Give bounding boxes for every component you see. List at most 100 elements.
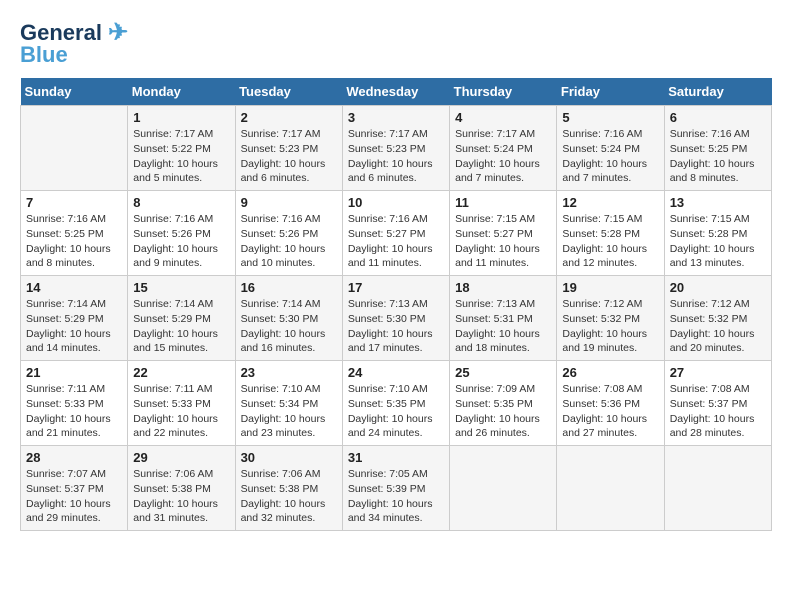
day-info: Sunrise: 7:12 AMSunset: 5:32 PMDaylight:… [670,297,766,356]
day-info: Sunrise: 7:17 AMSunset: 5:24 PMDaylight:… [455,127,551,186]
calendar-cell: 6 Sunrise: 7:16 AMSunset: 5:25 PMDayligh… [664,106,771,191]
day-number: 19 [562,280,658,295]
day-number: 20 [670,280,766,295]
calendar-cell [21,106,128,191]
day-info: Sunrise: 7:16 AMSunset: 5:25 PMDaylight:… [670,127,766,186]
logo-general: General [20,20,102,45]
day-number: 3 [348,110,444,125]
weekday-header-friday: Friday [557,78,664,106]
day-info: Sunrise: 7:17 AMSunset: 5:22 PMDaylight:… [133,127,229,186]
day-number: 25 [455,365,551,380]
day-number: 10 [348,195,444,210]
day-number: 17 [348,280,444,295]
weekday-header-thursday: Thursday [450,78,557,106]
day-info: Sunrise: 7:09 AMSunset: 5:35 PMDaylight:… [455,382,551,441]
calendar-cell: 27 Sunrise: 7:08 AMSunset: 5:37 PMDaylig… [664,361,771,446]
weekday-header-wednesday: Wednesday [342,78,449,106]
day-number: 4 [455,110,551,125]
day-number: 14 [26,280,122,295]
day-info: Sunrise: 7:15 AMSunset: 5:28 PMDaylight:… [670,212,766,271]
day-number: 12 [562,195,658,210]
day-info: Sunrise: 7:12 AMSunset: 5:32 PMDaylight:… [562,297,658,356]
calendar-cell: 14 Sunrise: 7:14 AMSunset: 5:29 PMDaylig… [21,276,128,361]
day-info: Sunrise: 7:06 AMSunset: 5:38 PMDaylight:… [241,467,337,526]
calendar-cell: 7 Sunrise: 7:16 AMSunset: 5:25 PMDayligh… [21,191,128,276]
day-info: Sunrise: 7:14 AMSunset: 5:30 PMDaylight:… [241,297,337,356]
weekday-header-monday: Monday [128,78,235,106]
day-number: 2 [241,110,337,125]
day-info: Sunrise: 7:17 AMSunset: 5:23 PMDaylight:… [241,127,337,186]
calendar-cell: 29 Sunrise: 7:06 AMSunset: 5:38 PMDaylig… [128,446,235,531]
calendar-cell: 24 Sunrise: 7:10 AMSunset: 5:35 PMDaylig… [342,361,449,446]
day-info: Sunrise: 7:08 AMSunset: 5:37 PMDaylight:… [670,382,766,441]
calendar-cell: 12 Sunrise: 7:15 AMSunset: 5:28 PMDaylig… [557,191,664,276]
calendar-cell: 30 Sunrise: 7:06 AMSunset: 5:38 PMDaylig… [235,446,342,531]
calendar-cell: 19 Sunrise: 7:12 AMSunset: 5:32 PMDaylig… [557,276,664,361]
calendar-cell [557,446,664,531]
day-info: Sunrise: 7:16 AMSunset: 5:24 PMDaylight:… [562,127,658,186]
logo: General ✈ Blue [20,20,128,68]
day-number: 5 [562,110,658,125]
day-number: 9 [241,195,337,210]
day-info: Sunrise: 7:14 AMSunset: 5:29 PMDaylight:… [133,297,229,356]
day-info: Sunrise: 7:15 AMSunset: 5:28 PMDaylight:… [562,212,658,271]
calendar-table: SundayMondayTuesdayWednesdayThursdayFrid… [20,78,772,531]
calendar-cell: 18 Sunrise: 7:13 AMSunset: 5:31 PMDaylig… [450,276,557,361]
day-number: 31 [348,450,444,465]
weekday-header-tuesday: Tuesday [235,78,342,106]
calendar-cell: 8 Sunrise: 7:16 AMSunset: 5:26 PMDayligh… [128,191,235,276]
day-number: 1 [133,110,229,125]
day-info: Sunrise: 7:16 AMSunset: 5:25 PMDaylight:… [26,212,122,271]
calendar-cell: 31 Sunrise: 7:05 AMSunset: 5:39 PMDaylig… [342,446,449,531]
day-info: Sunrise: 7:06 AMSunset: 5:38 PMDaylight:… [133,467,229,526]
calendar-week-row: 1 Sunrise: 7:17 AMSunset: 5:22 PMDayligh… [21,106,772,191]
day-number: 13 [670,195,766,210]
calendar-cell: 11 Sunrise: 7:15 AMSunset: 5:27 PMDaylig… [450,191,557,276]
calendar-cell: 17 Sunrise: 7:13 AMSunset: 5:30 PMDaylig… [342,276,449,361]
day-number: 16 [241,280,337,295]
calendar-header: SundayMondayTuesdayWednesdayThursdayFrid… [21,78,772,106]
weekday-header-saturday: Saturday [664,78,771,106]
calendar-cell: 2 Sunrise: 7:17 AMSunset: 5:23 PMDayligh… [235,106,342,191]
day-info: Sunrise: 7:15 AMSunset: 5:27 PMDaylight:… [455,212,551,271]
day-info: Sunrise: 7:05 AMSunset: 5:39 PMDaylight:… [348,467,444,526]
calendar-cell: 3 Sunrise: 7:17 AMSunset: 5:23 PMDayligh… [342,106,449,191]
calendar-cell: 28 Sunrise: 7:07 AMSunset: 5:37 PMDaylig… [21,446,128,531]
day-number: 15 [133,280,229,295]
day-info: Sunrise: 7:16 AMSunset: 5:26 PMDaylight:… [133,212,229,271]
day-info: Sunrise: 7:16 AMSunset: 5:26 PMDaylight:… [241,212,337,271]
day-info: Sunrise: 7:17 AMSunset: 5:23 PMDaylight:… [348,127,444,186]
day-number: 30 [241,450,337,465]
calendar-cell: 22 Sunrise: 7:11 AMSunset: 5:33 PMDaylig… [128,361,235,446]
day-number: 11 [455,195,551,210]
page-header: General ✈ Blue [20,20,772,68]
day-number: 8 [133,195,229,210]
day-number: 7 [26,195,122,210]
calendar-cell [664,446,771,531]
day-info: Sunrise: 7:14 AMSunset: 5:29 PMDaylight:… [26,297,122,356]
weekday-header-sunday: Sunday [21,78,128,106]
day-number: 24 [348,365,444,380]
calendar-cell [450,446,557,531]
day-info: Sunrise: 7:13 AMSunset: 5:30 PMDaylight:… [348,297,444,356]
day-number: 18 [455,280,551,295]
calendar-cell: 15 Sunrise: 7:14 AMSunset: 5:29 PMDaylig… [128,276,235,361]
day-number: 29 [133,450,229,465]
calendar-cell: 10 Sunrise: 7:16 AMSunset: 5:27 PMDaylig… [342,191,449,276]
day-number: 27 [670,365,766,380]
calendar-body: 1 Sunrise: 7:17 AMSunset: 5:22 PMDayligh… [21,106,772,531]
logo-blue: Blue [20,42,68,68]
calendar-week-row: 14 Sunrise: 7:14 AMSunset: 5:29 PMDaylig… [21,276,772,361]
day-info: Sunrise: 7:13 AMSunset: 5:31 PMDaylight:… [455,297,551,356]
calendar-week-row: 7 Sunrise: 7:16 AMSunset: 5:25 PMDayligh… [21,191,772,276]
calendar-cell: 23 Sunrise: 7:10 AMSunset: 5:34 PMDaylig… [235,361,342,446]
calendar-cell: 4 Sunrise: 7:17 AMSunset: 5:24 PMDayligh… [450,106,557,191]
calendar-cell: 13 Sunrise: 7:15 AMSunset: 5:28 PMDaylig… [664,191,771,276]
day-info: Sunrise: 7:11 AMSunset: 5:33 PMDaylight:… [133,382,229,441]
calendar-cell: 16 Sunrise: 7:14 AMSunset: 5:30 PMDaylig… [235,276,342,361]
day-number: 28 [26,450,122,465]
calendar-week-row: 21 Sunrise: 7:11 AMSunset: 5:33 PMDaylig… [21,361,772,446]
day-info: Sunrise: 7:10 AMSunset: 5:34 PMDaylight:… [241,382,337,441]
day-info: Sunrise: 7:11 AMSunset: 5:33 PMDaylight:… [26,382,122,441]
calendar-cell: 25 Sunrise: 7:09 AMSunset: 5:35 PMDaylig… [450,361,557,446]
